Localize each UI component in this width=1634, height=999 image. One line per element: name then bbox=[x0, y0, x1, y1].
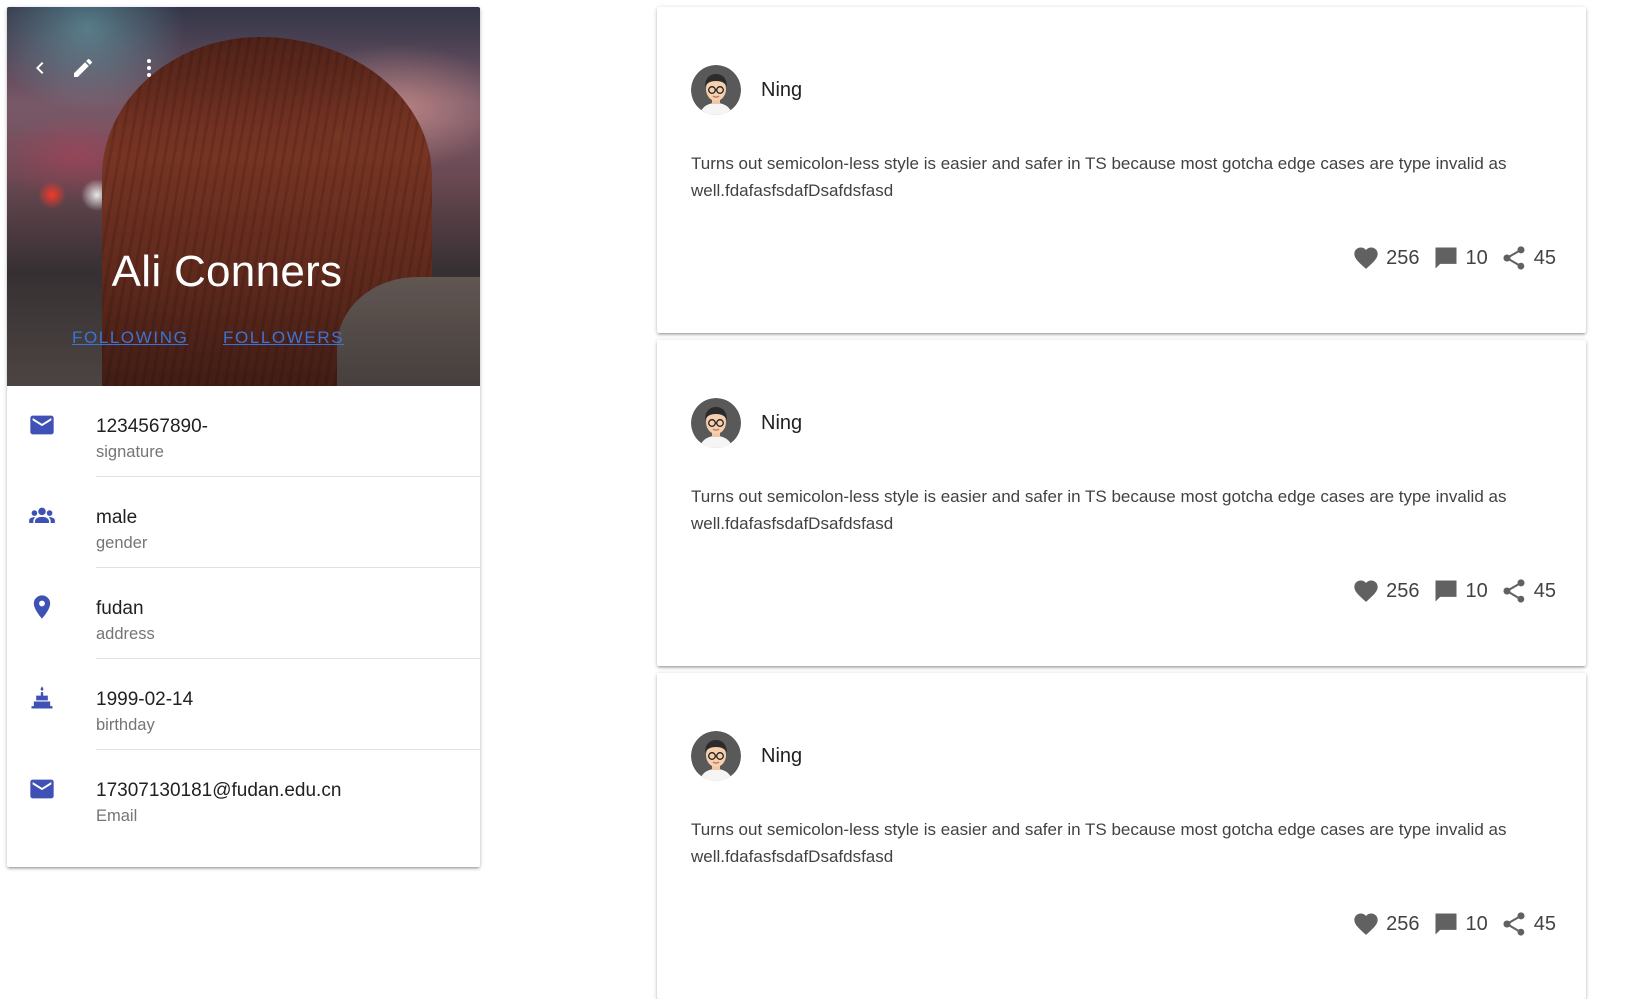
info-value: 1999-02-14 bbox=[96, 689, 194, 710]
comment-icon bbox=[1435, 247, 1456, 269]
like-count: 256 bbox=[1386, 912, 1420, 935]
cake-icon bbox=[27, 683, 57, 713]
share-count: 45 bbox=[1533, 912, 1556, 935]
share-button[interactable]: 45 bbox=[1500, 577, 1556, 605]
post-card: Ning Turns out semicolon-less style is e… bbox=[657, 340, 1586, 666]
profile-header-image: Ali Conners FOLLOWING FOLLOWERS bbox=[7, 7, 480, 386]
like-button[interactable]: 256 bbox=[1352, 577, 1420, 605]
info-item-email: 17307130181@fudan.edu.cn Email bbox=[7, 750, 480, 841]
following-link[interactable]: FOLLOWING bbox=[72, 328, 188, 348]
info-value: 1234567890- bbox=[96, 416, 208, 437]
info-label: birthday bbox=[96, 716, 155, 734]
comment-button[interactable]: 10 bbox=[1432, 244, 1488, 272]
avatar[interactable] bbox=[691, 731, 741, 781]
mail-icon bbox=[27, 774, 57, 804]
info-label: gender bbox=[96, 534, 148, 552]
back-button[interactable] bbox=[25, 53, 55, 83]
info-item-birthday: 1999-02-14 birthday bbox=[7, 659, 480, 750]
post-card: Ning Turns out semicolon-less style is e… bbox=[657, 673, 1586, 999]
share-count: 45 bbox=[1533, 246, 1556, 269]
info-value: 17307130181@fudan.edu.cn bbox=[96, 780, 342, 801]
more-vert-icon bbox=[147, 59, 151, 77]
like-count: 256 bbox=[1386, 579, 1420, 602]
comment-button[interactable]: 10 bbox=[1432, 577, 1488, 605]
info-label: Email bbox=[96, 807, 138, 825]
share-icon bbox=[1503, 912, 1525, 936]
share-button[interactable]: 45 bbox=[1500, 910, 1556, 938]
profile-card: Ali Conners FOLLOWING FOLLOWERS 12345678… bbox=[7, 7, 480, 867]
heart-icon bbox=[1354, 580, 1378, 602]
post-actions: 256 10 45 bbox=[1340, 577, 1556, 605]
info-item-signature: 1234567890- signature bbox=[7, 386, 480, 477]
info-value: fudan bbox=[96, 598, 144, 619]
post-author[interactable]: Ning bbox=[761, 412, 802, 435]
back-icon bbox=[36, 62, 44, 74]
post-author[interactable]: Ning bbox=[761, 745, 802, 768]
people-icon bbox=[27, 501, 57, 531]
heart-icon bbox=[1354, 247, 1378, 269]
share-button[interactable]: 45 bbox=[1500, 244, 1556, 272]
post-actions: 256 10 45 bbox=[1340, 244, 1556, 272]
post-actions: 256 10 45 bbox=[1340, 910, 1556, 938]
like-button[interactable]: 256 bbox=[1352, 244, 1420, 272]
info-label: address bbox=[96, 625, 155, 643]
edit-button[interactable] bbox=[68, 53, 98, 83]
mail-icon bbox=[27, 410, 57, 440]
avatar[interactable] bbox=[691, 398, 741, 448]
info-label: signature bbox=[96, 443, 164, 461]
comment-count: 10 bbox=[1465, 579, 1488, 602]
comment-count: 10 bbox=[1465, 246, 1488, 269]
comment-count: 10 bbox=[1465, 912, 1488, 935]
info-item-address: fudan address bbox=[7, 568, 480, 659]
info-value: male bbox=[96, 507, 138, 528]
followers-link[interactable]: FOLLOWERS bbox=[223, 328, 344, 348]
user-avatar-icon bbox=[691, 731, 741, 781]
user-avatar-icon bbox=[691, 65, 741, 115]
info-item-gender: male gender bbox=[7, 477, 480, 568]
post-card: Ning Turns out semicolon-less style is e… bbox=[657, 7, 1586, 333]
user-avatar-icon bbox=[691, 398, 741, 448]
post-text: Turns out semicolon-less style is easier… bbox=[691, 487, 1507, 533]
comment-icon bbox=[1435, 580, 1456, 602]
like-count: 256 bbox=[1386, 246, 1420, 269]
heart-icon bbox=[1354, 913, 1378, 935]
comment-button[interactable]: 10 bbox=[1432, 910, 1488, 938]
post-text: Turns out semicolon-less style is easier… bbox=[691, 820, 1507, 866]
pencil-icon bbox=[74, 58, 92, 77]
post-text: Turns out semicolon-less style is easier… bbox=[691, 154, 1507, 200]
profile-info-list: 1234567890- signature male gender fudan … bbox=[7, 386, 480, 841]
profile-name: Ali Conners bbox=[111, 247, 343, 296]
post-author[interactable]: Ning bbox=[761, 79, 802, 102]
like-button[interactable]: 256 bbox=[1352, 910, 1420, 938]
comment-icon bbox=[1435, 913, 1456, 935]
avatar[interactable] bbox=[691, 65, 741, 115]
map-marker-icon bbox=[27, 592, 57, 622]
share-icon bbox=[1503, 246, 1525, 270]
more-button[interactable] bbox=[134, 53, 164, 83]
share-icon bbox=[1503, 579, 1525, 603]
share-count: 45 bbox=[1533, 579, 1556, 602]
